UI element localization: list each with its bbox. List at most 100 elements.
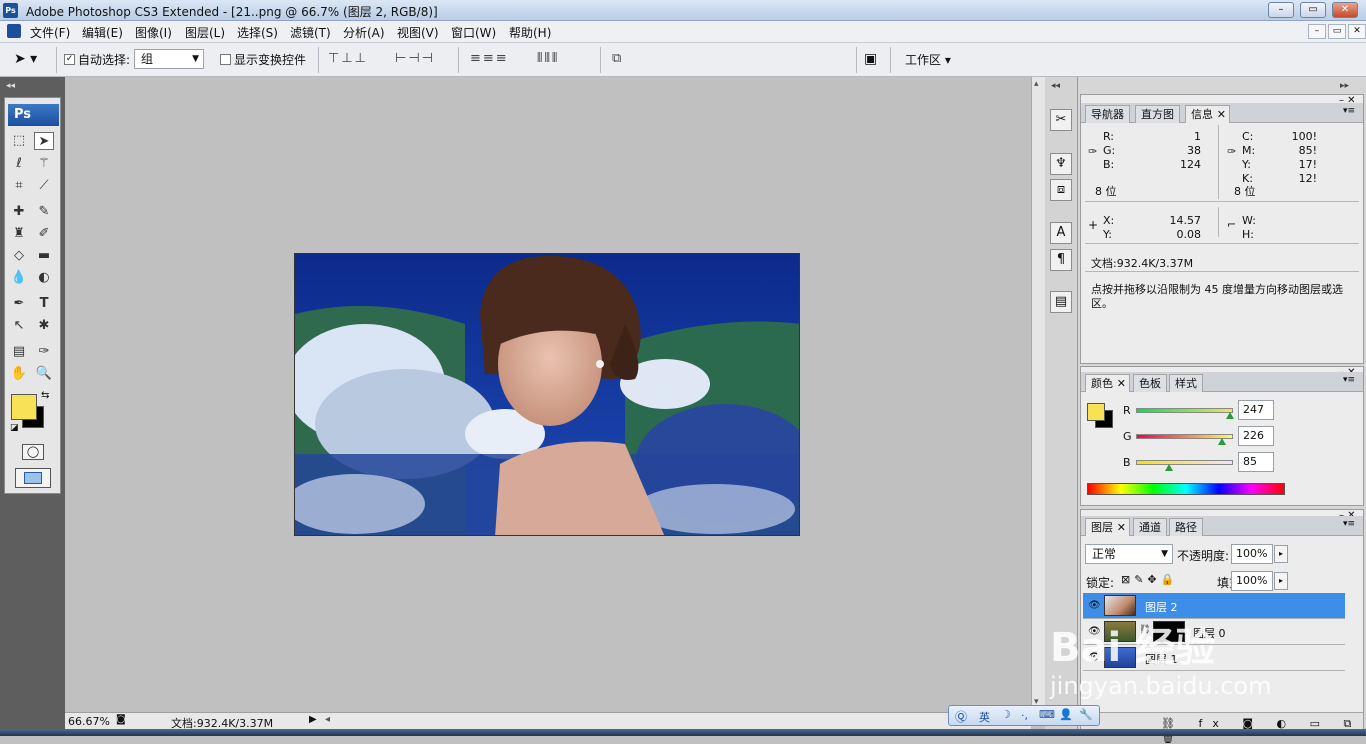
- ime-keyboard-icon[interactable]: ⌨: [1039, 708, 1055, 721]
- distribute-horizontal-icons[interactable]: ⫴⫴⫴: [537, 51, 559, 66]
- magic-wand-tool-icon[interactable]: ⚚: [34, 155, 54, 173]
- menu-file[interactable]: 文件(F): [30, 24, 70, 41]
- ime-user-icon[interactable]: 👤: [1059, 708, 1073, 721]
- fill-field[interactable]: 100%: [1231, 571, 1273, 591]
- gradient-tool-icon[interactable]: ▬: [34, 247, 54, 265]
- panel-menu-icon[interactable]: ▾≡: [1343, 519, 1355, 529]
- eyedropper-cmyk-icon[interactable]: ✑: [1227, 145, 1236, 158]
- auto-select-checkbox[interactable]: ✓: [64, 54, 75, 65]
- expand-dock-icon[interactable]: ◂◂: [1051, 81, 1060, 91]
- tab-swatches[interactable]: 色板: [1133, 374, 1167, 392]
- ime-toolbar[interactable]: Ⓠ 英 ☽ ·, ⌨ 👤 🔧: [948, 705, 1100, 726]
- quick-mask-icon[interactable]: ◯: [22, 444, 44, 460]
- lasso-tool-icon[interactable]: ℓ: [9, 155, 29, 173]
- healing-brush-tool-icon[interactable]: ✚: [9, 203, 29, 221]
- align-left-icons[interactable]: ⊢⊣⊣: [395, 51, 435, 66]
- fill-slider-arrow-icon[interactable]: ▸: [1274, 572, 1288, 590]
- blur-tool-icon[interactable]: 💧: [9, 269, 29, 287]
- layer-comps-icon[interactable]: ▤: [1050, 291, 1072, 313]
- zoom-tool-icon[interactable]: 🔍: [34, 365, 54, 383]
- panel-menu-icon[interactable]: ▾≡: [1343, 106, 1355, 116]
- clone-stamp-tool-icon[interactable]: ♜: [9, 225, 29, 243]
- clone-source-icon[interactable]: ⧈: [1050, 179, 1072, 201]
- paragraph-panel-icon[interactable]: ¶: [1050, 249, 1072, 271]
- menu-image[interactable]: 图像(I): [135, 24, 172, 41]
- visibility-eye-icon[interactable]: 👁: [1088, 600, 1101, 611]
- tab-layers[interactable]: 图层 ✕: [1085, 518, 1130, 536]
- screen-mode-icon[interactable]: [15, 468, 51, 488]
- close-tab-icon[interactable]: ✕: [1217, 106, 1226, 123]
- status-info-icon[interactable]: ◙: [116, 714, 126, 725]
- r-slider[interactable]: [1136, 408, 1233, 413]
- history-brush-tool-icon[interactable]: ✐: [34, 225, 54, 243]
- lock-options-icons[interactable]: ⊠✎✥🔒: [1121, 573, 1178, 586]
- g-value-field[interactable]: 226: [1238, 426, 1274, 446]
- type-tool-icon[interactable]: T: [34, 295, 54, 313]
- ime-logo-icon[interactable]: Ⓠ: [955, 708, 967, 725]
- zoom-level[interactable]: 66.67%: [68, 715, 110, 728]
- menu-select[interactable]: 选择(S): [237, 24, 278, 41]
- doc-close-button[interactable]: ✕: [1348, 24, 1366, 39]
- move-tool-preset-icon[interactable]: ➤ ▾: [14, 51, 37, 67]
- menu-layer[interactable]: 图层(L): [185, 24, 225, 41]
- color-spectrum-bar[interactable]: [1087, 483, 1285, 495]
- close-button[interactable]: ✕: [1332, 2, 1358, 18]
- auto-select-dropdown[interactable]: 组 ▼: [134, 49, 204, 69]
- scroll-left-icon[interactable]: ◂: [325, 714, 330, 725]
- ime-punctuation-icon[interactable]: ·,: [1021, 709, 1028, 722]
- doc-minimize-button[interactable]: –: [1308, 24, 1326, 39]
- default-colors-icon[interactable]: ◪: [10, 423, 19, 433]
- opacity-field[interactable]: 100%: [1231, 544, 1273, 564]
- layer-name[interactable]: 图层 2: [1145, 599, 1178, 615]
- auto-align-icon[interactable]: ⧉: [612, 51, 623, 66]
- doc-restore-button[interactable]: ▭: [1328, 24, 1346, 39]
- distribute-vertical-icons[interactable]: ≡≡≡: [470, 51, 509, 66]
- collapse-panels-icon[interactable]: ▸▸: [1340, 81, 1349, 91]
- align-top-icons[interactable]: ⊤⊥⊥: [328, 51, 368, 66]
- notes-tool-icon[interactable]: ▤: [9, 343, 29, 361]
- eyedropper-tool-icon[interactable]: ✑: [34, 343, 54, 361]
- ime-moon-icon[interactable]: ☽: [1001, 708, 1011, 721]
- hand-tool-icon[interactable]: ✋: [9, 365, 29, 383]
- g-slider-thumb[interactable]: [1218, 438, 1226, 445]
- b-value-field[interactable]: 85: [1238, 452, 1274, 472]
- vertical-scrollbar[interactable]: ▴ ▾: [1031, 77, 1045, 713]
- menu-filter[interactable]: 滤镜(T): [290, 24, 331, 41]
- maximize-button[interactable]: ▭: [1300, 2, 1326, 18]
- tab-histogram[interactable]: 直方图: [1135, 105, 1180, 123]
- crop-tool-icon[interactable]: ⌗: [9, 177, 29, 195]
- blend-mode-dropdown[interactable]: 正常 ▼: [1085, 544, 1173, 564]
- brush-tool-icon[interactable]: ✎: [34, 203, 54, 221]
- tab-info[interactable]: 信息 ✕: [1185, 105, 1230, 123]
- show-transform-checkbox[interactable]: [220, 54, 231, 65]
- tab-color[interactable]: 颜色 ✕: [1085, 374, 1130, 392]
- ime-language-toggle[interactable]: 英: [979, 709, 990, 725]
- bridge-icon[interactable]: ▣: [864, 51, 877, 67]
- ime-settings-icon[interactable]: 🔧: [1079, 708, 1093, 721]
- photoshop-menu-icon[interactable]: [7, 24, 21, 38]
- menu-help[interactable]: 帮助(H): [509, 24, 551, 41]
- workspace-dropdown[interactable]: 工作区 ▾: [905, 51, 951, 68]
- dodge-tool-icon[interactable]: ◐: [34, 269, 54, 287]
- move-tool-icon[interactable]: ➤: [34, 132, 54, 150]
- menu-analysis[interactable]: 分析(A): [343, 24, 385, 41]
- minimize-button[interactable]: –: [1268, 2, 1294, 18]
- pen-tool-icon[interactable]: ✒: [9, 295, 29, 313]
- tab-channels[interactable]: 通道: [1133, 518, 1167, 536]
- document-image[interactable]: [294, 253, 800, 536]
- b-slider-thumb[interactable]: [1165, 464, 1173, 471]
- tab-navigator[interactable]: 导航器: [1085, 105, 1130, 123]
- opacity-slider-arrow-icon[interactable]: ▸: [1274, 545, 1288, 563]
- custom-shape-tool-icon[interactable]: ✱: [34, 317, 54, 335]
- character-panel-icon[interactable]: A: [1050, 222, 1072, 244]
- close-tab-icon[interactable]: ✕: [1117, 519, 1126, 536]
- tab-paths[interactable]: 路径: [1169, 518, 1203, 536]
- menu-window[interactable]: 窗口(W): [451, 24, 496, 41]
- eraser-tool-icon[interactable]: ◇: [9, 247, 29, 265]
- brushes-icon[interactable]: ♆: [1050, 153, 1072, 175]
- menu-view[interactable]: 视图(V): [397, 24, 439, 41]
- tools-preset-icon[interactable]: ✂: [1050, 109, 1072, 131]
- collapse-icon[interactable]: ◂◂: [6, 81, 15, 91]
- close-tab-icon[interactable]: ✕: [1117, 375, 1126, 392]
- r-value-field[interactable]: 247: [1238, 400, 1274, 420]
